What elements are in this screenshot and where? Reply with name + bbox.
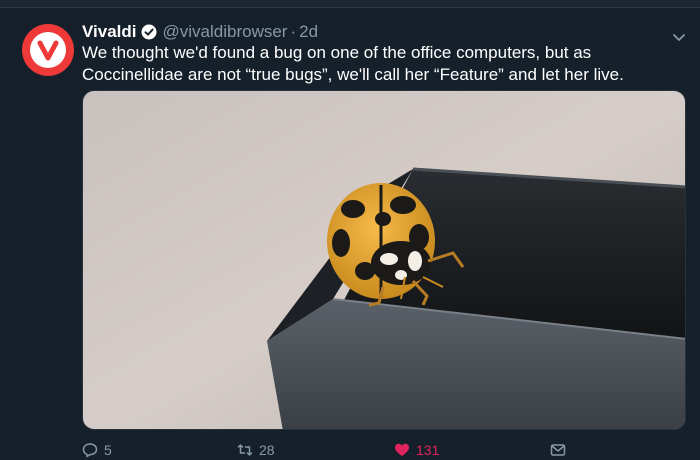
retweet-count: 28: [259, 442, 275, 458]
chevron-down-icon[interactable]: [672, 30, 686, 41]
author-handle[interactable]: @vivaldibrowser: [163, 22, 288, 42]
reply-count: 5: [104, 442, 112, 458]
verified-badge-icon: [141, 24, 157, 40]
reply-button[interactable]: 5: [82, 440, 112, 460]
tweet-photo[interactable]: [82, 90, 686, 430]
author-name[interactable]: Vivaldi: [82, 22, 137, 42]
dot-separator: ·: [290, 22, 297, 41]
retweet-icon: [237, 444, 253, 456]
like-count: 131: [416, 442, 440, 458]
reply-icon: [82, 443, 98, 458]
tweet-card[interactable]: Vivaldi @vivaldibrowser · 2d We thought …: [0, 8, 700, 460]
top-divider: [0, 0, 700, 8]
tweet-actions: 5 28 131: [82, 440, 642, 460]
envelope-icon: [550, 444, 566, 456]
timestamp[interactable]: 2d: [299, 22, 318, 42]
ladybug-photo-icon: [83, 91, 685, 429]
heart-icon: [395, 443, 409, 456]
tweet-text: We thought we'd found a bug on one of th…: [82, 43, 624, 84]
like-button[interactable]: 131: [394, 440, 439, 460]
tweet-header: Vivaldi @vivaldibrowser · 2d: [82, 21, 318, 43]
avatar[interactable]: [22, 24, 74, 76]
vivaldi-logo-icon: [30, 32, 66, 68]
direct-message-button[interactable]: [550, 440, 572, 460]
retweet-button[interactable]: 28: [237, 440, 275, 460]
